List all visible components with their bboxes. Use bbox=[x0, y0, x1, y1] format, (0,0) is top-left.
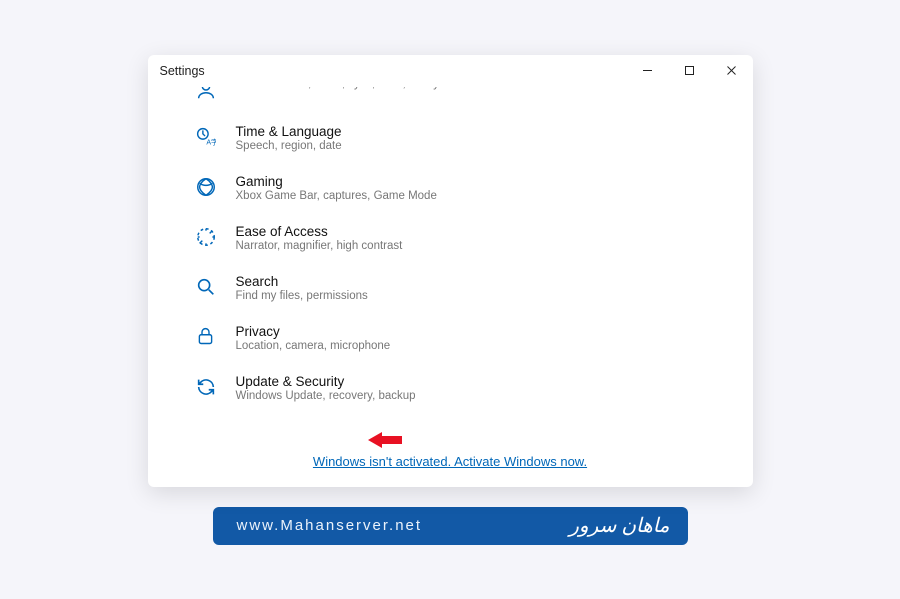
activate-windows-link[interactable]: Windows isn't activated. Activate Window… bbox=[148, 454, 753, 469]
close-button[interactable] bbox=[711, 55, 753, 87]
maximize-icon bbox=[684, 65, 695, 76]
minimize-icon bbox=[642, 65, 653, 76]
search-icon bbox=[194, 275, 218, 299]
maximize-button[interactable] bbox=[669, 55, 711, 87]
minimize-button[interactable] bbox=[627, 55, 669, 87]
settings-item-time-language[interactable]: A字 Time & Language Speech, region, date bbox=[194, 116, 733, 166]
close-icon bbox=[726, 65, 737, 76]
settings-item-desc: Xbox Game Bar, captures, Game Mode bbox=[236, 190, 437, 202]
settings-item-desc: Find my files, permissions bbox=[236, 290, 368, 302]
time-language-icon: A字 bbox=[194, 125, 218, 149]
footer-brand: ماهان سرور bbox=[569, 513, 669, 538]
settings-item-title: Ease of Access bbox=[236, 224, 403, 239]
titlebar: Settings bbox=[148, 55, 753, 87]
settings-item-title: Gaming bbox=[236, 174, 437, 189]
settings-item-title: Privacy bbox=[236, 324, 391, 339]
window-title: Settings bbox=[160, 64, 205, 78]
ease-of-access-icon bbox=[194, 225, 218, 249]
accounts-icon bbox=[194, 87, 218, 102]
settings-item-desc: Speech, region, date bbox=[236, 140, 342, 152]
settings-item-search[interactable]: Search Find my files, permissions bbox=[194, 266, 733, 316]
settings-item-accounts[interactable]: Your accounts, email, sync, work, family bbox=[194, 87, 733, 116]
settings-window: Settings Your accounts, email, sync, wor… bbox=[148, 55, 753, 487]
settings-list: Your accounts, email, sync, work, family… bbox=[148, 87, 753, 487]
settings-item-gaming[interactable]: Gaming Xbox Game Bar, captures, Game Mod… bbox=[194, 166, 733, 216]
settings-item-desc: Windows Update, recovery, backup bbox=[236, 390, 416, 402]
settings-item-desc: Your accounts, email, sync, work, family bbox=[236, 87, 439, 90]
branding-footer: www.Mahanserver.net ماهان سرور bbox=[213, 507, 688, 545]
settings-item-title: Time & Language bbox=[236, 124, 342, 139]
svg-text:A字: A字 bbox=[206, 137, 216, 146]
settings-item-desc: Location, camera, microphone bbox=[236, 340, 391, 352]
settings-item-title: Update & Security bbox=[236, 374, 416, 389]
settings-item-ease-of-access[interactable]: Ease of Access Narrator, magnifier, high… bbox=[194, 216, 733, 266]
settings-item-desc: Narrator, magnifier, high contrast bbox=[236, 240, 403, 252]
annotation-arrow-icon bbox=[368, 430, 402, 450]
window-controls bbox=[627, 55, 753, 87]
settings-item-title: Search bbox=[236, 274, 368, 289]
update-security-icon bbox=[194, 375, 218, 399]
settings-item-update-security[interactable]: Update & Security Windows Update, recove… bbox=[194, 366, 733, 416]
settings-item-privacy[interactable]: Privacy Location, camera, microphone bbox=[194, 316, 733, 366]
privacy-icon bbox=[194, 325, 218, 349]
gaming-icon bbox=[194, 175, 218, 199]
footer-url: www.Mahanserver.net bbox=[237, 517, 423, 534]
